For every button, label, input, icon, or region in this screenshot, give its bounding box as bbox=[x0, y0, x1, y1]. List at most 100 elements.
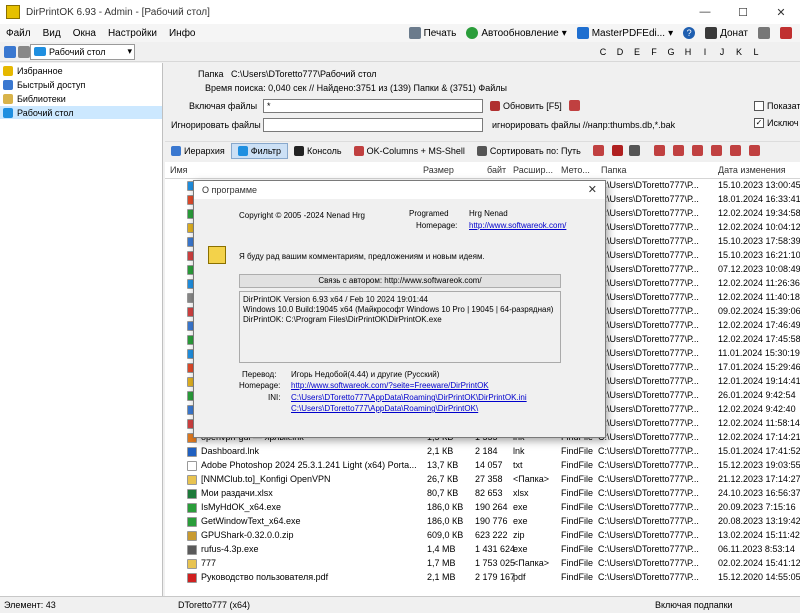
table-row[interactable]: [NNMClub.to]_Konfigi OpenVPN 26,7 КВ 27 35… bbox=[165, 473, 800, 487]
include-input[interactable]: * bbox=[263, 99, 483, 113]
cell-folder: C:\Users\DToretto777\Р... bbox=[598, 474, 699, 484]
cell-size: 186,0 КВ bbox=[427, 516, 464, 526]
file-icon bbox=[187, 461, 197, 471]
pin-button[interactable] bbox=[754, 25, 774, 41]
cell-name: Руководство пользователя.pdf bbox=[201, 572, 329, 582]
help-button[interactable]: ? bbox=[679, 25, 699, 41]
cell-folder: C:\Users\DToretto777\Р... bbox=[598, 306, 699, 316]
status-bar: Элемент: 43 DToretto777 (x64) Включая по… bbox=[0, 596, 800, 613]
ini-folder-link[interactable]: C:\Users\DToretto777\AppData\Roaming\Dir… bbox=[291, 404, 478, 413]
homepage2-link[interactable]: http://www.softwareok.com/?seite=Freewar… bbox=[291, 381, 489, 390]
autoupdate-button[interactable]: Автообновление ▾ bbox=[462, 25, 570, 41]
tree-item-label: Быстрый доступ bbox=[17, 79, 86, 90]
tab-filter[interactable]: Фильтр bbox=[230, 142, 289, 159]
column-1-icon[interactable] bbox=[653, 145, 665, 156]
pdf-button[interactable]: MasterPDFEdi... ▾ bbox=[573, 25, 677, 41]
sort-button[interactable]: Сортировать по: Путь bbox=[471, 143, 587, 159]
drive-h-button[interactable]: H bbox=[680, 44, 696, 60]
cell-folder: C:\Users\DToretto777\Р... bbox=[598, 320, 699, 330]
table-row[interactable]: Adobe Photoshop 2024 25.3.1.241 Light (x… bbox=[165, 459, 800, 473]
table-row[interactable]: IsMyHdOK_x64.exe 186,0 КВ 190 264 exe FindFi… bbox=[165, 501, 800, 515]
column-bytes[interactable]: байт bbox=[487, 165, 506, 175]
cell-name: rufus-4.3p.exe bbox=[201, 544, 259, 554]
homepage-link[interactable]: http://www.softwareok.com/ bbox=[469, 221, 566, 230]
grid-icon[interactable] bbox=[628, 145, 640, 156]
cell-folder: C:\Users\DToretto777\Р... bbox=[598, 558, 699, 568]
cell-date: 15.01.2024 17:41:52 bbox=[718, 446, 800, 456]
column-ext[interactable]: Расшир... bbox=[513, 165, 553, 175]
close-button[interactable]: ✕ bbox=[762, 0, 800, 24]
drive-d-button[interactable]: D bbox=[612, 44, 628, 60]
programed-label: Programed bbox=[409, 209, 449, 218]
menu-file[interactable]: Файл bbox=[0, 28, 37, 39]
menu-settings[interactable]: Настройки bbox=[102, 28, 163, 39]
cell-size: 80,7 КВ bbox=[427, 488, 459, 498]
copy-icon[interactable] bbox=[592, 145, 604, 156]
cell-ext: txt bbox=[513, 460, 523, 470]
file-icon bbox=[187, 531, 197, 541]
tab-hierarchy[interactable]: Иерархия bbox=[165, 143, 231, 159]
column-date[interactable]: Дата изменения bbox=[718, 165, 786, 175]
column-2-icon[interactable] bbox=[672, 145, 684, 156]
maximize-button[interactable]: ☐ bbox=[724, 0, 762, 24]
contact-author-button[interactable]: Связь с автором: http://www.softwareok.c… bbox=[239, 274, 561, 288]
file-icon bbox=[187, 559, 197, 569]
table-row[interactable]: Мои раздачи.xlsx 80,7 КВ 82 653 xlsx FindFil… bbox=[165, 487, 800, 501]
tab-console[interactable]: Консоль bbox=[288, 143, 348, 159]
tree-item-quick-access[interactable]: Быстрый доступ bbox=[0, 78, 162, 91]
column-folder[interactable]: Папка bbox=[601, 165, 627, 175]
cell-bytes: 27 358 bbox=[475, 474, 503, 484]
drive-i-button[interactable]: I bbox=[697, 44, 713, 60]
table-row[interactable]: GetWindowText_x64.exe 186,0 КВ 190 776 exe F… bbox=[165, 515, 800, 529]
column-size[interactable]: Размер bbox=[423, 165, 454, 175]
exclude-checkbox[interactable]: ✓ Исключ bbox=[754, 118, 799, 128]
file-icon bbox=[187, 517, 197, 527]
cell-bytes: 14 057 bbox=[475, 460, 503, 470]
column-6-icon[interactable] bbox=[748, 145, 760, 156]
tree-item-libraries[interactable]: Библиотеки bbox=[0, 92, 162, 105]
drive-f-button[interactable]: F bbox=[646, 44, 662, 60]
drive-c-button[interactable]: C bbox=[595, 44, 611, 60]
ini-file-link[interactable]: C:\Users\DToretto777\AppData\Roaming\Dir… bbox=[291, 393, 527, 402]
table-row[interactable]: GPUShark-0.32.0.0.zip 609,0 КВ 623 222 zip F… bbox=[165, 529, 800, 543]
menu-info[interactable]: Инфо bbox=[163, 28, 202, 39]
tree-item-favorites[interactable]: Избранное bbox=[0, 64, 162, 77]
drive-l-button[interactable]: L bbox=[748, 44, 764, 60]
column-5-icon[interactable] bbox=[729, 145, 741, 156]
refresh-button[interactable]: Обновить [F5] bbox=[490, 101, 562, 111]
cell-bytes: 190 776 bbox=[475, 516, 508, 526]
drive-j-button[interactable]: J bbox=[714, 44, 730, 60]
column-4-icon[interactable] bbox=[710, 145, 722, 156]
tree-item-desktop[interactable]: Рабочий стол bbox=[0, 106, 162, 119]
settings-icon[interactable] bbox=[18, 46, 30, 58]
drive-g-button[interactable]: G bbox=[663, 44, 679, 60]
column-method[interactable]: Мето... bbox=[561, 165, 590, 175]
table-row[interactable]: 777 1,7 МВ 1 753 025 <Папка> FindFile C:\User… bbox=[165, 557, 800, 571]
menu-windows[interactable]: Окна bbox=[67, 28, 102, 39]
restore-view-button[interactable] bbox=[776, 25, 796, 41]
cell-method: FindFile bbox=[561, 544, 594, 554]
minimize-button[interactable]: — bbox=[686, 0, 724, 24]
drive-k-button[interactable]: K bbox=[731, 44, 747, 60]
menu-view[interactable]: Вид bbox=[37, 28, 67, 39]
tools-icon[interactable] bbox=[569, 100, 580, 111]
table-row[interactable]: Руководство пользователя.pdf 2,1 МВ 2 179 … bbox=[165, 571, 800, 585]
column-3-icon[interactable] bbox=[691, 145, 703, 156]
show-checkbox[interactable]: Показат bbox=[754, 101, 800, 111]
cell-bytes: 82 653 bbox=[475, 488, 503, 498]
ignore-input[interactable] bbox=[263, 118, 483, 132]
table-row[interactable]: rufus-4.3p.exe 1,4 МВ 1 431 624 exe FindFile… bbox=[165, 543, 800, 557]
table-row[interactable]: Dashboard.lnk 2,1 КВ 2 184 lnk FindFile C:\Us… bbox=[165, 445, 800, 459]
tab-ok-columns[interactable]: OK-Columns + MS-Shell bbox=[348, 143, 471, 159]
cell-method: FindFile bbox=[561, 572, 594, 582]
cell-folder: C:\Users\DToretto777\Р... bbox=[598, 530, 699, 540]
column-name[interactable]: Имя bbox=[170, 165, 188, 175]
drive-e-button[interactable]: E bbox=[629, 44, 645, 60]
delete-icon[interactable] bbox=[611, 145, 623, 156]
folder-up-icon[interactable] bbox=[4, 46, 16, 58]
address-bar[interactable]: Рабочий стол ▾ bbox=[30, 43, 135, 60]
print-button[interactable]: Печать bbox=[405, 25, 461, 41]
donate-button[interactable]: Донат bbox=[701, 25, 752, 41]
about-dialog: О программе ✕ Copyright © 2005 -2024 Nen… bbox=[193, 180, 606, 438]
dialog-close-button[interactable]: ✕ bbox=[588, 183, 597, 196]
